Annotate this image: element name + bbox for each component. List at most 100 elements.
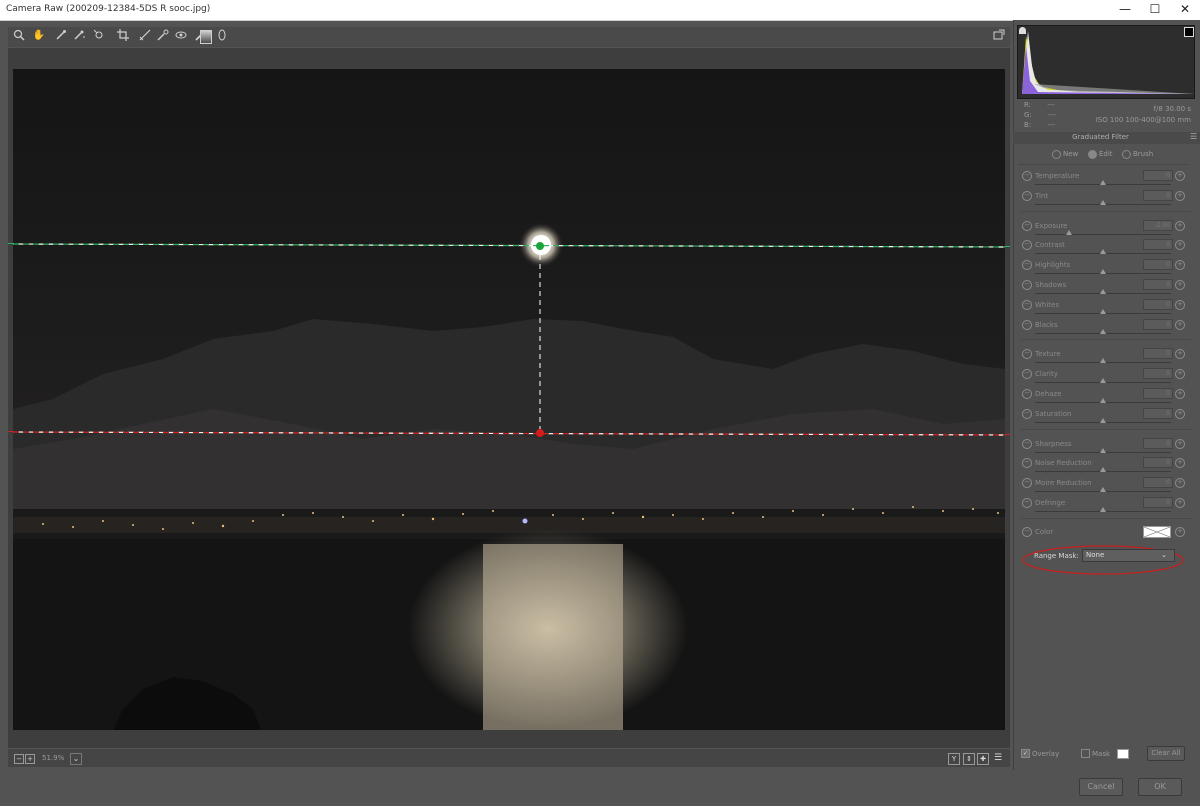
clear-all-button[interactable]: Clear All <box>1147 746 1185 761</box>
menu-lines-icon[interactable]: ☰ <box>992 753 1004 763</box>
slider-value-field[interactable]: -2.00 <box>1143 219 1173 231</box>
range-mask-select[interactable]: None ⌄ <box>1082 549 1175 562</box>
white-balance-icon[interactable] <box>54 29 68 43</box>
slider-value-field[interactable]: 0 <box>1143 239 1173 251</box>
slider-thumb[interactable] <box>1066 229 1072 235</box>
slider-value-field[interactable]: 0 <box>1143 170 1173 181</box>
zoom-level[interactable]: 51.9% <box>42 754 70 763</box>
crop-icon[interactable] <box>116 29 130 43</box>
color-swatch[interactable] <box>1143 526 1171 538</box>
slider-thumb[interactable] <box>1100 507 1106 512</box>
minus-icon[interactable]: − <box>1022 408 1032 419</box>
minus-icon[interactable]: − <box>1022 498 1032 508</box>
spot-removal-icon[interactable] <box>156 29 170 43</box>
slider-track[interactable] <box>1035 233 1171 235</box>
plus-icon[interactable]: + <box>1175 349 1185 360</box>
maximize-button[interactable]: ☐ <box>1140 2 1170 16</box>
color-sampler-icon[interactable] <box>72 29 86 43</box>
plus-icon[interactable]: + <box>1175 280 1185 290</box>
plus-icon[interactable]: + <box>1175 319 1185 330</box>
slider-thumb[interactable] <box>1100 487 1106 493</box>
mask-checkbox[interactable] <box>1081 749 1090 758</box>
highlight-clipping-icon[interactable] <box>1184 27 1194 37</box>
zoom-in-icon[interactable]: + <box>25 754 35 764</box>
slider-thumb[interactable] <box>1100 467 1106 473</box>
ok-button[interactable]: OK <box>1138 778 1182 796</box>
minus-icon[interactable]: − <box>1022 478 1032 489</box>
close-button[interactable]: ✕ <box>1170 2 1200 16</box>
minus-icon[interactable]: − <box>1022 240 1032 251</box>
swap-icon[interactable]: ⇕ <box>963 753 975 765</box>
minus-icon[interactable]: − <box>1022 220 1032 231</box>
minus-icon[interactable]: − <box>1022 349 1032 360</box>
targeted-adjustment-icon[interactable] <box>92 29 106 43</box>
plus-icon[interactable]: + <box>1175 438 1185 449</box>
slider-thumb[interactable] <box>1100 328 1106 334</box>
slider-value-field[interactable]: 0 <box>1143 348 1173 360</box>
copy-settings-icon[interactable]: ✚ <box>977 753 989 765</box>
slider-value-field[interactable]: 0 <box>1143 279 1173 290</box>
slider-value-field[interactable]: 0 <box>1143 477 1173 489</box>
plus-icon[interactable]: + <box>1175 299 1185 310</box>
slider-thumb[interactable] <box>1100 308 1106 314</box>
red-eye-icon[interactable] <box>174 29 188 43</box>
slider-value-field[interactable]: 0 <box>1143 388 1173 399</box>
zoom-out-icon[interactable]: − <box>14 754 24 764</box>
slider-thumb[interactable] <box>1100 289 1106 294</box>
before-after-icon[interactable]: Y <box>948 753 960 765</box>
fullscreen-icon[interactable] <box>992 29 1006 43</box>
zoom-icon[interactable] <box>12 29 26 43</box>
minus-icon[interactable]: − <box>1022 369 1032 380</box>
plus-icon[interactable]: + <box>1175 220 1185 231</box>
straighten-icon[interactable] <box>138 29 152 43</box>
plus-icon[interactable]: + <box>1175 190 1185 201</box>
slider-thumb[interactable] <box>1100 417 1106 423</box>
hand-icon[interactable]: ✋ <box>32 29 46 43</box>
minus-icon[interactable]: − <box>1022 299 1032 310</box>
minimize-button[interactable]: — <box>1110 2 1140 16</box>
plus-icon[interactable]: + <box>1175 478 1185 489</box>
plus-icon[interactable]: + <box>1175 389 1185 399</box>
slider-value-field[interactable]: 0 <box>1143 437 1173 449</box>
minus-icon[interactable]: − <box>1022 280 1032 290</box>
minus-icon[interactable]: − <box>1022 438 1032 449</box>
slider-value-field[interactable]: 0 <box>1143 189 1173 201</box>
minus-icon[interactable]: − <box>1022 190 1032 201</box>
slider-value-field[interactable]: 0 <box>1143 298 1173 310</box>
plus-icon[interactable]: + <box>1175 260 1185 271</box>
plus-icon[interactable]: + <box>1175 369 1185 380</box>
plus-icon[interactable]: + <box>1175 171 1185 181</box>
color-minus-icon[interactable]: − <box>1022 527 1032 537</box>
slider-thumb[interactable] <box>1100 447 1106 453</box>
overlay-checkbox[interactable]: ✓ <box>1021 749 1030 758</box>
radio-new[interactable] <box>1052 150 1061 159</box>
plus-icon[interactable]: + <box>1175 458 1185 469</box>
slider-thumb[interactable] <box>1100 180 1106 185</box>
slider-value-field[interactable]: 0 <box>1143 497 1173 508</box>
radio-edit[interactable] <box>1088 150 1097 159</box>
color-plus-icon[interactable]: + <box>1175 527 1185 537</box>
chevron-down-icon[interactable]: ⌄ <box>70 753 82 765</box>
panel-menu-icon[interactable]: ☰ <box>1190 132 1197 141</box>
slider-value-field[interactable]: 0 <box>1143 407 1173 419</box>
night-lake-photo[interactable] <box>13 69 1005 730</box>
cancel-button[interactable]: Cancel <box>1079 778 1123 796</box>
slider-value-field[interactable]: 0 <box>1143 457 1173 469</box>
plus-icon[interactable]: + <box>1175 498 1185 508</box>
radial-filter-icon[interactable] <box>215 29 229 43</box>
slider-thumb[interactable] <box>1100 269 1106 275</box>
mask-color-swatch[interactable] <box>1117 749 1129 759</box>
slider-value-field[interactable]: 0 <box>1143 318 1173 330</box>
green-pin[interactable] <box>536 242 544 250</box>
minus-icon[interactable]: − <box>1022 458 1032 469</box>
slider-thumb[interactable] <box>1100 358 1106 364</box>
slider-thumb[interactable] <box>1100 398 1106 403</box>
minus-icon[interactable]: − <box>1022 260 1032 271</box>
minus-icon[interactable]: − <box>1022 171 1032 181</box>
red-pin[interactable] <box>536 429 544 437</box>
slider-value-field[interactable]: 0 <box>1143 368 1173 380</box>
radio-brush[interactable] <box>1122 150 1131 159</box>
plus-icon[interactable]: + <box>1175 408 1185 419</box>
slider-thumb[interactable] <box>1100 378 1106 384</box>
slider-thumb[interactable] <box>1100 199 1106 205</box>
